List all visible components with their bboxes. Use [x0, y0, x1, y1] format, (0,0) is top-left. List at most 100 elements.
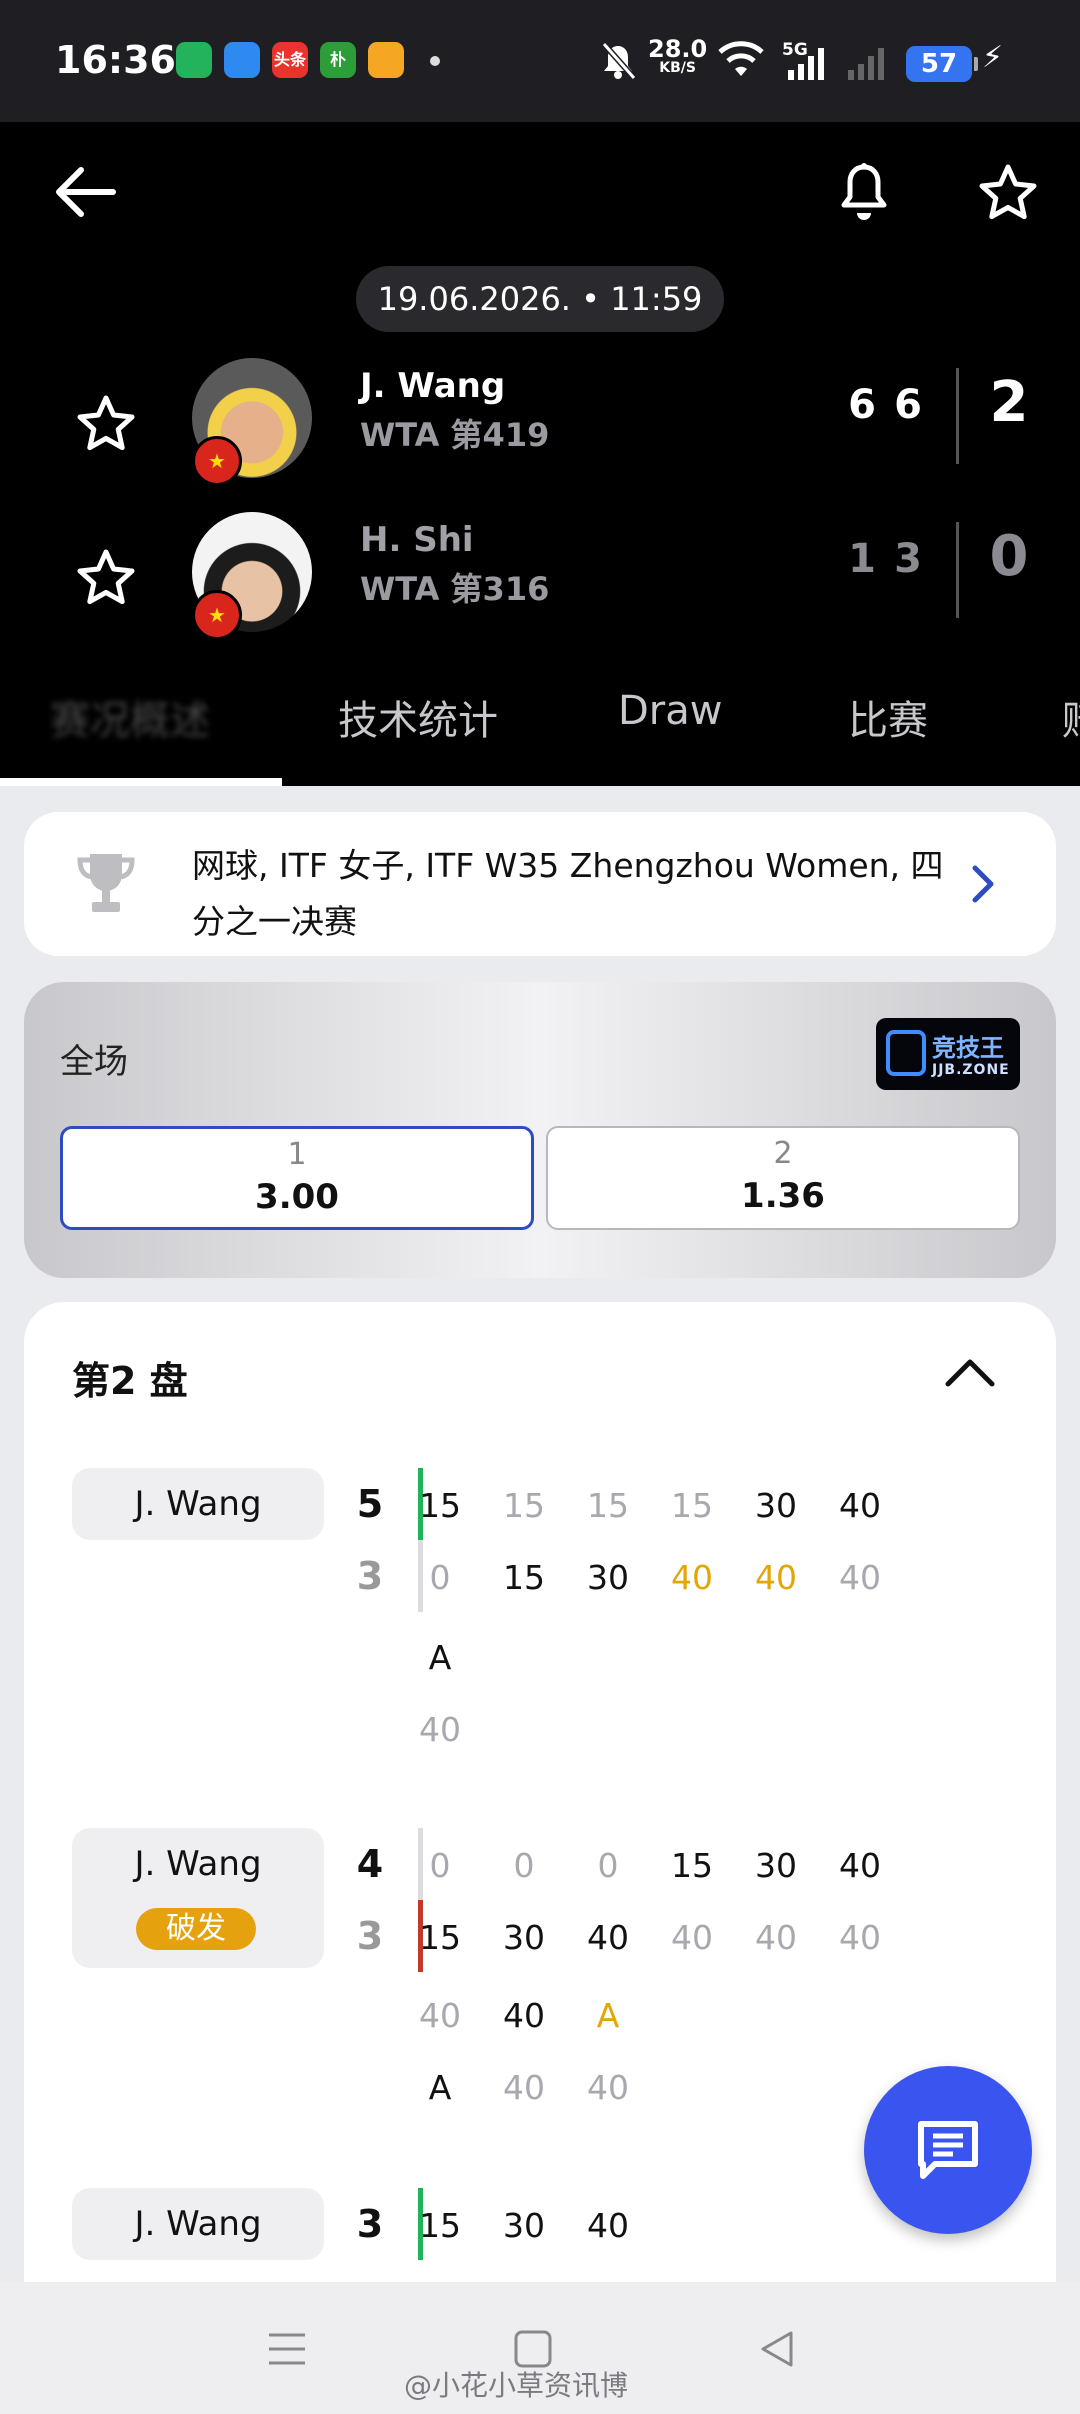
collapse-button[interactable]: [940, 1352, 1000, 1392]
menu-icon: [269, 2333, 305, 2365]
tab-odds[interactable]: 赔: [1062, 688, 1080, 746]
point-score: 15: [671, 1846, 713, 1885]
game-score: 4: [356, 1842, 384, 1886]
point-score: 15: [419, 2206, 461, 2245]
chat-button[interactable]: [864, 2066, 1032, 2234]
bookmaker-name: 竞技王: [932, 1034, 1004, 1062]
player-name[interactable]: H. Shi: [360, 520, 474, 560]
network-speed: 28.0 KB/S: [648, 35, 708, 76]
server-name: J. Wang: [134, 1484, 262, 1524]
point-score: 30: [587, 1558, 629, 1597]
point-score: 40: [503, 1996, 545, 2035]
china-flag-icon: ★: [192, 590, 242, 640]
tournament-card[interactable]: 网球, ITF 女子, ITF W35 Zhengzhou Women, 四分之…: [24, 812, 1056, 956]
tab-statistics[interactable]: 技术统计: [338, 688, 498, 746]
point-score: 15: [419, 1918, 461, 1957]
player-favorite-star-icon[interactable]: [76, 394, 136, 452]
point-score: 40: [671, 1558, 713, 1597]
set-score: 6: [894, 382, 922, 428]
point-score: 40: [839, 1918, 881, 1957]
point-score: 15: [503, 1486, 545, 1525]
server-name-chip: J. Wang: [72, 1468, 324, 1540]
point-score: 40: [839, 1558, 881, 1597]
point-score: 15: [671, 1486, 713, 1525]
bookmaker-shield-icon: [886, 1030, 926, 1076]
bookmaker-logo[interactable]: 竞技王 JJB.ZONE: [876, 1018, 1020, 1090]
more-notifications-dot: [430, 56, 440, 66]
player-row-1: ★ J. Wang WTA 第419 6 6 2: [0, 348, 1080, 488]
odds-option-home[interactable]: 1 3.00: [60, 1126, 534, 1230]
point-score: A: [428, 2068, 452, 2107]
game-score: 3: [356, 2202, 384, 2246]
game-score: 3: [356, 1914, 384, 1958]
player-favorite-star-icon[interactable]: [76, 548, 136, 606]
point-score: 40: [587, 2068, 629, 2107]
point-score: 0: [429, 1558, 451, 1597]
set-score: 3: [894, 536, 922, 582]
point-score: 40: [503, 2068, 545, 2107]
arrow-left-icon: [56, 167, 116, 217]
point-score: 30: [755, 1846, 797, 1885]
battery-level: 57: [906, 46, 972, 82]
tab-overview[interactable]: 赛况概述: [50, 688, 210, 746]
news-app-icon: 朴: [320, 42, 356, 78]
point-score: 40: [419, 1710, 461, 1749]
battery-cap: [974, 57, 978, 71]
watermark: @小花小草资讯博: [404, 2369, 629, 2402]
point-score: 0: [429, 1846, 451, 1885]
status-bar: 16:36 头条朴 28.0 KB/S 5G 57 ⚡: [0, 0, 1080, 122]
point-score: 40: [755, 1558, 797, 1597]
player-rank: WTA 第316: [360, 570, 550, 608]
server-name: J. Wang: [134, 2204, 262, 2244]
china-flag-icon: ★: [192, 436, 242, 486]
point-score: 0: [513, 1846, 535, 1885]
point-score: A: [596, 1996, 620, 2035]
back-triangle-icon: [761, 2331, 793, 2367]
player-name[interactable]: J. Wang: [360, 366, 505, 406]
server-name-chip: J. Wang: [72, 2188, 324, 2260]
game-score: 5: [356, 1482, 384, 1526]
point-score: 15: [503, 1558, 545, 1597]
favorite-match-button[interactable]: [968, 152, 1048, 232]
point-score: 40: [419, 1996, 461, 2035]
battery-app-icon: [176, 42, 212, 78]
server-name: J. Wang: [134, 1844, 262, 1884]
bell-icon: [841, 163, 887, 220]
menu-nav-button[interactable]: [250, 2320, 324, 2378]
back-nav-button[interactable]: [740, 2320, 814, 2378]
point-score: 30: [755, 1486, 797, 1525]
back-button[interactable]: [44, 152, 124, 232]
trophy-icon: [77, 854, 135, 912]
point-score: 15: [419, 1486, 461, 1525]
tournament-title: 网球, ITF 女子, ITF W35 Zhengzhou Women, 四分之…: [192, 846, 944, 941]
odds-option-away[interactable]: 2 1.36: [546, 1126, 1020, 1230]
active-tab-indicator: [0, 778, 282, 786]
tab-draw[interactable]: Draw: [618, 688, 722, 734]
signal-sim2-icon: [848, 48, 884, 80]
odds-option-label: 1: [287, 1137, 307, 1172]
odds-option-value: 1.36: [741, 1176, 825, 1216]
player-rank: WTA 第419: [360, 416, 550, 454]
point-score: 40: [587, 1918, 629, 1957]
odds-card: 全场 竞技王 JJB.ZONE 1 3.00 2 1.36: [24, 982, 1056, 1278]
point-score: 40: [755, 1918, 797, 1957]
chevron-up-icon: [945, 1359, 995, 1387]
odds-option-value: 3.00: [255, 1177, 339, 1217]
signal-strength-icon: [788, 48, 824, 80]
toutiao-app-icon: 头条: [272, 42, 308, 78]
score-divider: [956, 522, 959, 618]
weibo-app-icon: [368, 42, 404, 78]
notification-button[interactable]: [824, 152, 904, 232]
sets-won: 2: [989, 370, 1029, 435]
tab-matches[interactable]: 比赛: [848, 688, 928, 746]
bookmaker-domain: JJB.ZONE: [932, 1062, 1010, 1078]
point-score: 40: [587, 2206, 629, 2245]
score-divider: [956, 368, 959, 464]
point-score: A: [428, 1638, 452, 1677]
break-badge: 破发: [136, 1908, 256, 1950]
point-score: 40: [671, 1918, 713, 1957]
set-score: 6: [848, 382, 876, 428]
point-score: 40: [839, 1846, 881, 1885]
bell-muted-icon: [601, 42, 637, 80]
point-score: 30: [503, 2206, 545, 2245]
